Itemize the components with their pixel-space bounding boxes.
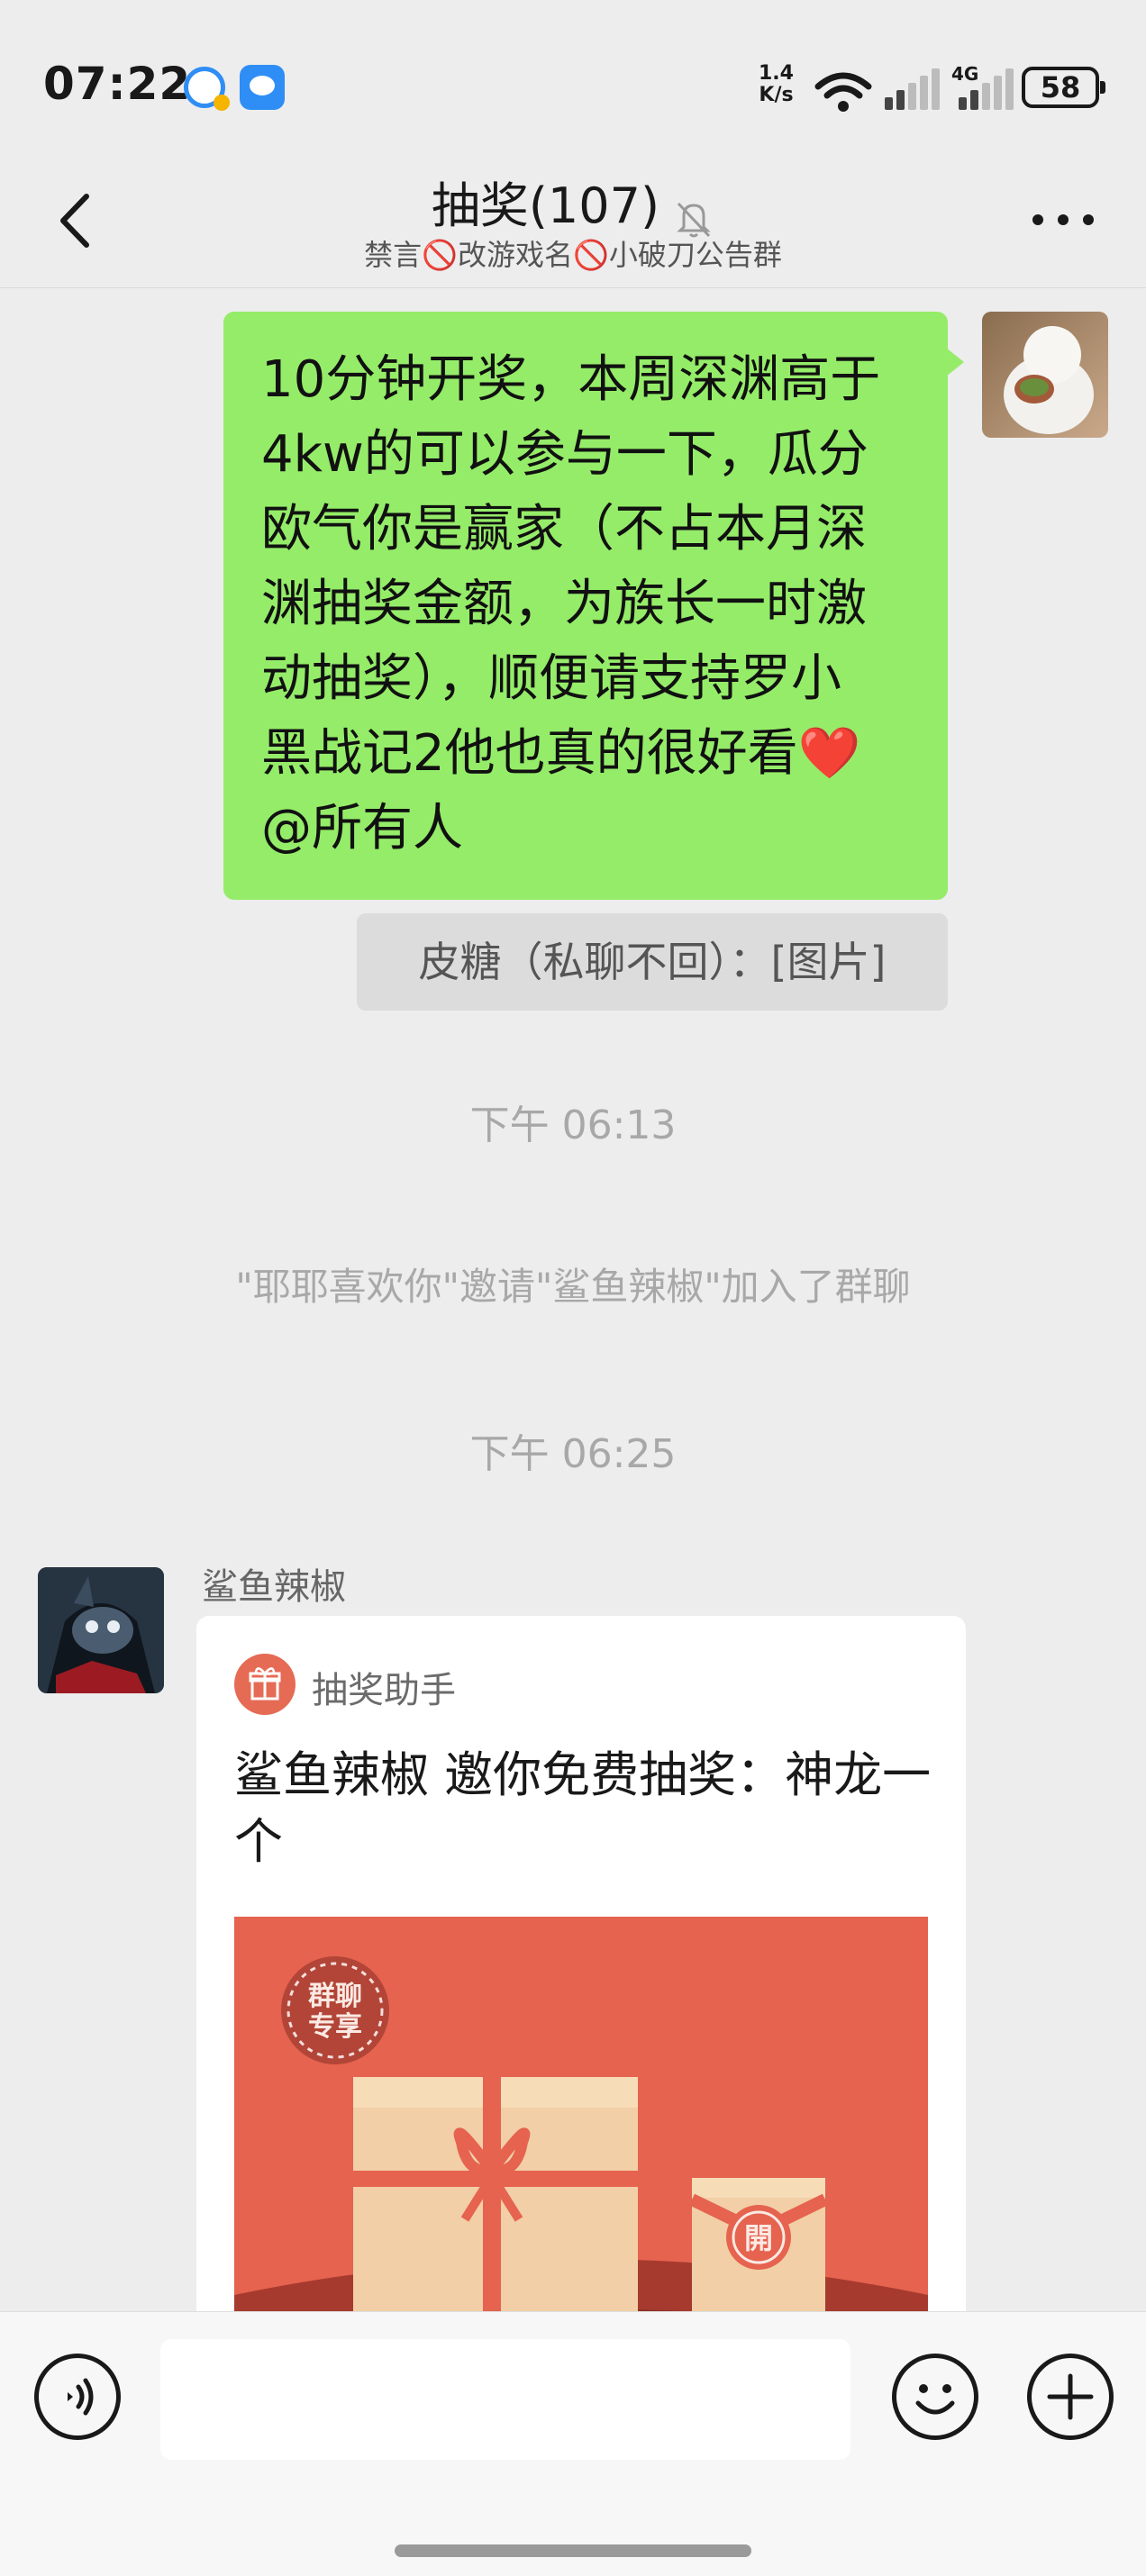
message-line: @所有人	[261, 799, 463, 857]
emoji-button[interactable]	[892, 2354, 978, 2440]
timestamp: 下午 06:25	[469, 1431, 677, 1477]
gift-icon	[234, 1654, 296, 1715]
status-time: 07:22	[43, 58, 192, 110]
message-line: 动抽奖），顺便请支持罗小	[261, 649, 841, 708]
voice-input-button[interactable]	[34, 2354, 121, 2440]
small-gift-box: 開	[688, 2178, 829, 2311]
badge-line-2: 专享	[308, 2011, 362, 2043]
chat-title: 抽奖(107)	[431, 177, 660, 234]
group-exclusive-badge: 群聊 专享	[281, 1956, 389, 2064]
lottery-card[interactable]: 抽奖助手 鲨鱼辣椒 邀你免费抽奖：神龙一个 群聊 专享 開	[196, 1616, 966, 2311]
chat-subtitle: 禁言🚫改游戏名🚫小破刀公告群	[364, 238, 782, 272]
home-indicator[interactable]	[395, 2544, 751, 2557]
seal-text: 開	[744, 2221, 773, 2255]
message-line: 渊抽奖金额，为族长一时激	[261, 575, 867, 633]
signal-strength-2-icon	[959, 67, 1014, 110]
message-line: 10分钟开奖，本周深渊高于	[261, 350, 881, 409]
my-message-bubble[interactable]: 10分钟开奖，本周深渊高于 4kw的可以参与一下，瓜分 欧气你是赢家（不占本月深…	[223, 312, 964, 900]
message-line-text: 黑战记2他也真的很好看	[261, 724, 798, 783]
more-options-icon[interactable]	[1032, 205, 1096, 232]
message-list[interactable]: 10分钟开奖，本周深渊高于 4kw的可以参与一下，瓜分 欧气你是赢家（不占本月深…	[0, 289, 1146, 2311]
sender-avatar[interactable]	[38, 1567, 164, 1693]
badge-line-1: 群聊	[308, 1981, 362, 2012]
battery-level: 58	[1022, 67, 1105, 108]
card-cover-image: 群聊 专享 開	[234, 1917, 928, 2311]
input-bar	[0, 2311, 1146, 2576]
quoted-reply[interactable]: 皮糖（私聊不回）：[图片]	[357, 913, 948, 1011]
notification-message-icon	[240, 65, 285, 110]
card-app-name: 抽奖助手	[312, 1670, 456, 1711]
sender-name: 鲨鱼辣椒	[202, 1566, 346, 1608]
message-line: 欧气你是赢家（不占本月深	[261, 500, 867, 558]
wifi-icon	[814, 72, 872, 112]
network-speed: 1.4 K/s	[759, 63, 794, 106]
system-notice: "耶耶喜欢你"邀请"鲨鱼辣椒"加入了群聊	[235, 1265, 911, 1309]
my-avatar[interactable]	[982, 312, 1108, 438]
chat-header: 抽奖(107) 禁言🚫改游戏名🚫小破刀公告群	[0, 153, 1146, 288]
notification-app-icon	[184, 67, 230, 111]
network-speed-value: 1.4	[759, 62, 794, 85]
add-attachment-button[interactable]	[1027, 2354, 1114, 2440]
network-speed-unit: K/s	[759, 84, 794, 106]
status-bar: 07:22 1.4 K/s 4G 58	[0, 0, 1146, 171]
card-title: 鲨鱼辣椒 邀你免费抽奖：神龙一个	[234, 1746, 932, 1870]
message-line: 4kw的可以参与一下，瓜分	[261, 425, 869, 484]
signal-strength-1-icon	[885, 67, 940, 110]
message-line: 黑战记2他也真的很好看❤️	[261, 716, 912, 791]
message-input[interactable]	[160, 2339, 850, 2460]
heart-emoji-icon: ❤️	[797, 724, 861, 783]
large-gift-box	[353, 2077, 638, 2311]
timestamp: 下午 06:13	[469, 1102, 677, 1148]
